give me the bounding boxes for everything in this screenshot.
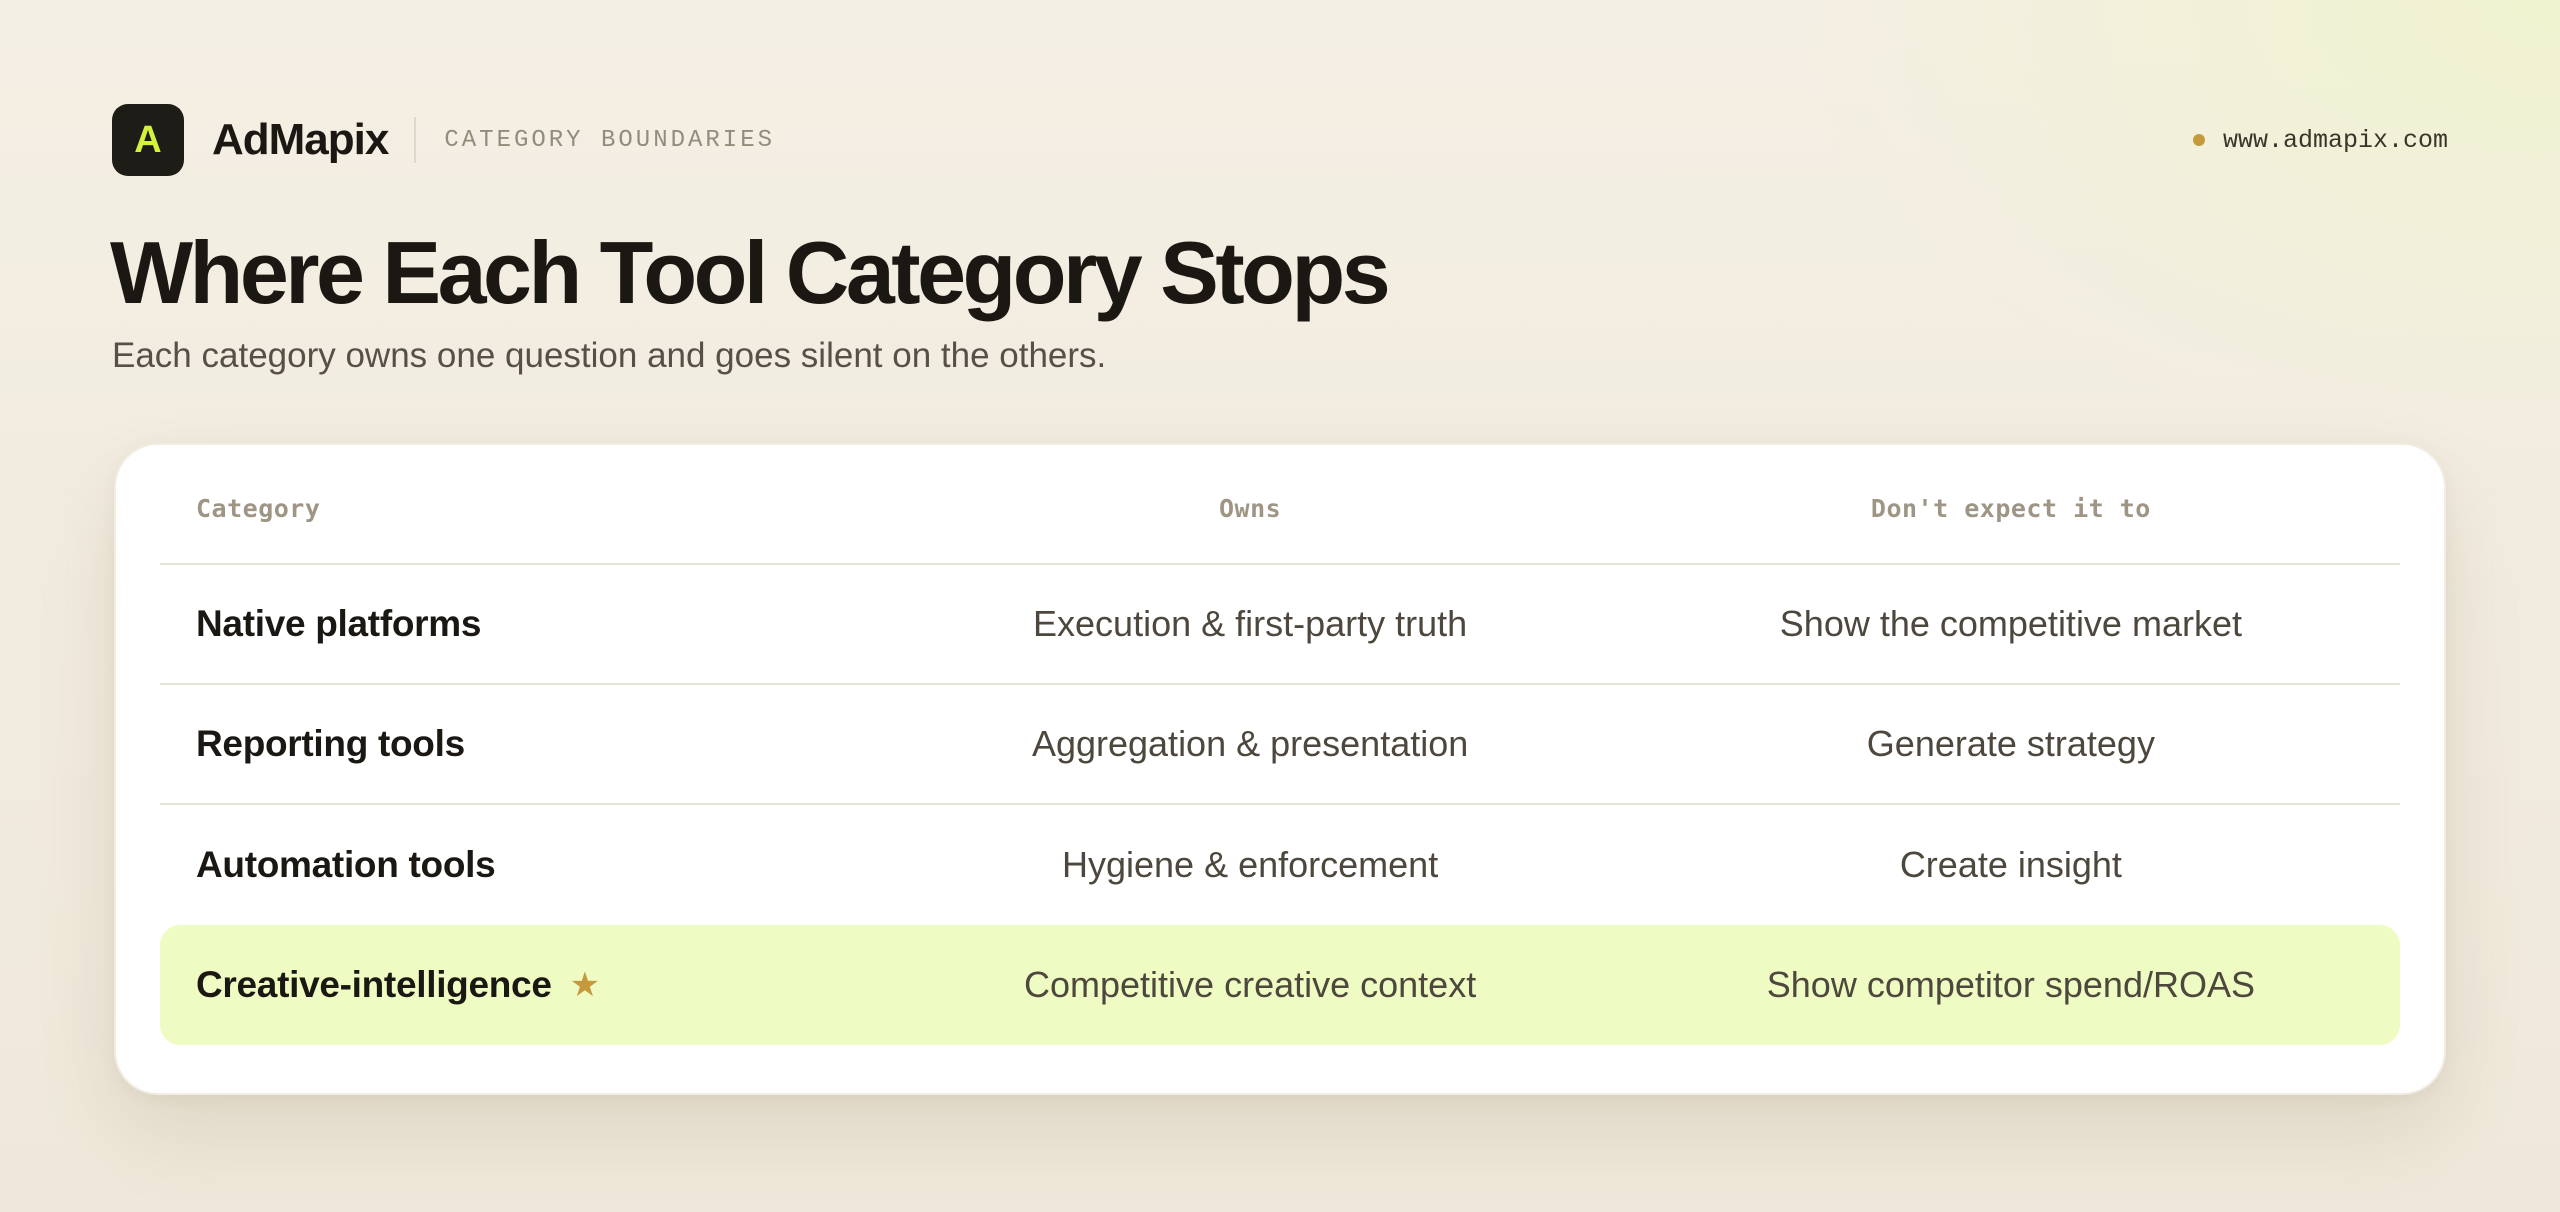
row-owns: Aggregation & presentation [1031, 723, 1469, 764]
row-dont-expect: Create insight [1899, 844, 2122, 885]
row-owns: Hygiene & enforcement [1062, 844, 1439, 885]
comparison-table: Category Owns Don't expect it to Native … [160, 445, 2400, 1045]
page-subtitle: Each category owns one question and goes… [112, 336, 1107, 375]
logo-badge: A [112, 104, 184, 176]
row-category-label: Reporting tools [196, 723, 465, 764]
row-owns: Competitive creative context [1024, 964, 1477, 1005]
logo-letter: A [134, 118, 162, 161]
row-dont-expect: Generate strategy [1866, 723, 2155, 764]
column-header-owns: Owns [1219, 493, 1282, 523]
star-icon: ★ [569, 965, 600, 1005]
comparison-card: Category Owns Don't expect it to Native … [114, 443, 2446, 1095]
row-owns: Execution & first-party truth [1033, 603, 1468, 644]
table-row-highlighted: Creative-intelligence ★ Competitive crea… [160, 925, 2400, 1045]
brand-name: AdMapix [212, 115, 389, 164]
column-header-dont-expect: Don't expect it to [1870, 493, 2151, 523]
table-row: Automation tools Hygiene & enforcement C… [160, 805, 2400, 925]
row-dont-expect: Show competitor spend/ROAS [1766, 964, 2255, 1005]
row-category-label: Creative-intelligence [196, 964, 552, 1005]
row-category: Creative-intelligence ★ [160, 964, 878, 1006]
row-category-label: Automation tools [196, 844, 496, 885]
column-header-category: Category [196, 493, 321, 523]
row-category-label: Native platforms [196, 603, 482, 644]
table-row: Native platforms Execution & first-party… [160, 565, 2400, 685]
row-category: Reporting tools [160, 723, 878, 765]
table-header: Category Owns Don't expect it to [160, 445, 2400, 565]
row-dont-expect: Show the competitive market [1779, 603, 2242, 644]
header-divider [414, 117, 417, 163]
table-row: Reporting tools Aggregation & presentati… [160, 685, 2400, 805]
header: A AdMapix CATEGORY BOUNDARIES www.admapi… [112, 104, 2448, 176]
site-link[interactable]: www.admapix.com [2192, 126, 2448, 155]
row-category: Native platforms [160, 603, 878, 645]
status-dot-icon [2192, 134, 2205, 146]
row-category: Automation tools [160, 844, 878, 886]
eyebrow-label: CATEGORY BOUNDARIES [444, 126, 776, 154]
site-url[interactable]: www.admapix.com [2223, 126, 2448, 155]
page-title: Where Each Tool Category Stops [110, 223, 1391, 322]
